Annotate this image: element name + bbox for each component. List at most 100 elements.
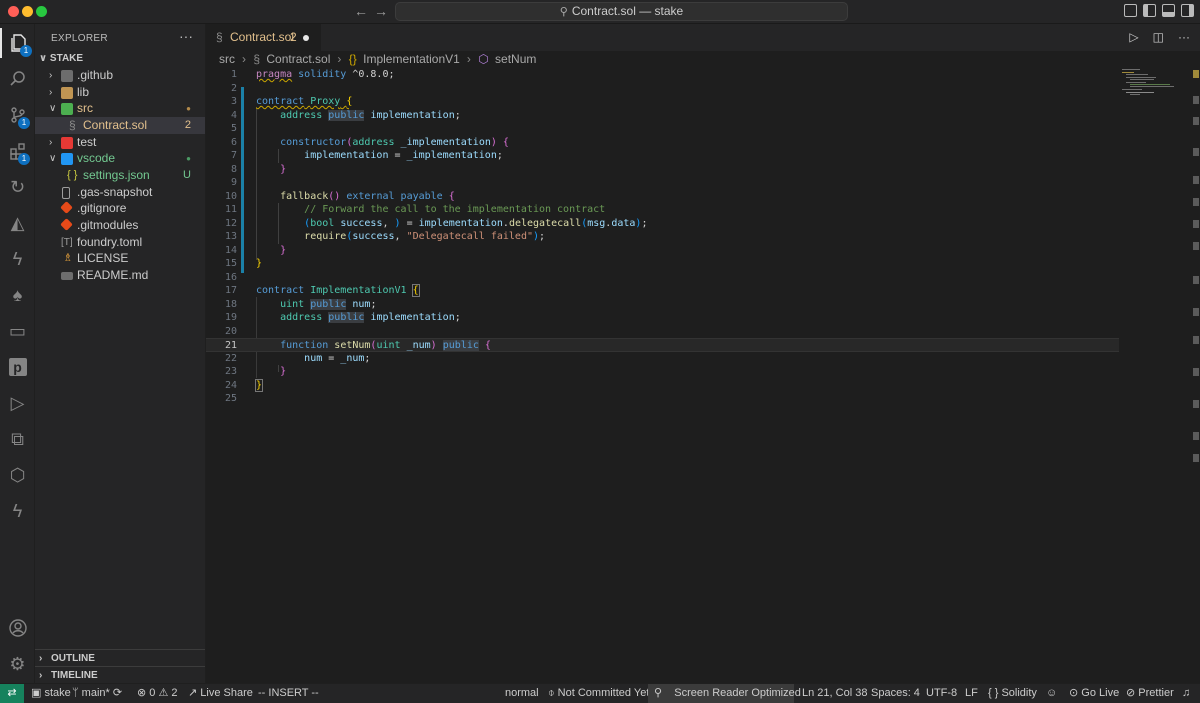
workspace-root[interactable]: ∨ STAKE: [39, 53, 83, 64]
search-icon[interactable]: [0, 64, 35, 94]
tree-item-src[interactable]: ∨ src ●: [35, 100, 205, 117]
command-center-search[interactable]: ⚲ Contract.sol — stake: [395, 2, 848, 21]
code-line: 24}: [224, 378, 264, 392]
broadcast-icon: ⊙: [1069, 687, 1079, 699]
encoding[interactable]: UTF-8: [926, 684, 957, 703]
scroll-marker: [1193, 400, 1199, 408]
search-icon: ⚲: [559, 6, 568, 18]
language-mode[interactable]: { } Solidity: [988, 684, 1037, 703]
remote-explorer-icon[interactable]: ↻: [0, 172, 35, 202]
tree-item-readme[interactable]: README.md: [35, 267, 205, 284]
branch-repo[interactable]: ▣ stake: [31, 684, 71, 703]
account-icon[interactable]: [0, 613, 35, 643]
tree-item-settings-json[interactable]: { } settings.json U: [35, 167, 205, 184]
breadcrumb-function[interactable]: setNum: [495, 52, 536, 66]
diagram-icon[interactable]: ⧉: [0, 424, 35, 454]
toggle-secondary-sidebar-icon[interactable]: [1181, 4, 1194, 17]
folder-icon: [61, 137, 73, 149]
vertical-scrollbar[interactable]: [1192, 68, 1200, 468]
tree-item-gitignore[interactable]: .gitignore: [35, 200, 205, 217]
more-actions-icon[interactable]: ···: [1178, 30, 1190, 44]
live-share-button[interactable]: ↗ Live Share: [188, 684, 253, 703]
close-window-button[interactable]: [8, 6, 19, 17]
window-title: Contract.sol — stake: [571, 4, 684, 18]
lightning-icon[interactable]: ϟ: [0, 496, 35, 526]
code-line: 13 require(success, "Delegatecall failed…: [224, 231, 546, 242]
tree-item-gas-snapshot[interactable]: .gas-snapshot: [35, 184, 205, 201]
vim-status: normal: [505, 687, 539, 699]
problems-indicator[interactable]: ⊗ 0 ⚠ 2: [137, 684, 178, 703]
run-debug-icon[interactable]: ▷: [0, 388, 35, 418]
code-line: 12 (bool success, ) = implementation.del…: [224, 217, 648, 229]
outline-section[interactable]: › OUTLINE: [35, 649, 205, 666]
tree-item-foundry-toml[interactable]: [T] foundry.toml: [35, 234, 205, 251]
code-line: 25: [224, 393, 237, 404]
tree-item-gitmodules[interactable]: .gitmodules: [35, 217, 205, 234]
remote-monitor-icon[interactable]: ▭: [0, 316, 35, 346]
indentation[interactable]: Spaces: 4: [871, 684, 920, 703]
remote-indicator-icon[interactable]: ⇄: [0, 684, 24, 703]
explorer-icon[interactable]: 1: [0, 28, 35, 58]
unsaved-dot-icon[interactable]: [303, 35, 309, 41]
cursor-position[interactable]: Ln 21, Col 38: [802, 684, 867, 703]
folder-open-icon: [61, 103, 73, 115]
toggle-panel-icon[interactable]: [1162, 4, 1175, 17]
solidity-file-icon: §: [253, 52, 261, 66]
settings-gear-icon[interactable]: ⚙: [0, 649, 35, 679]
notifications-bell-icon[interactable]: ♫: [1182, 684, 1190, 703]
tree-item-lib[interactable]: › lib: [35, 84, 205, 101]
back-arrow-icon[interactable]: ←: [354, 3, 368, 19]
breadcrumb-folder[interactable]: src: [219, 52, 235, 66]
forward-arrow-icon[interactable]: →: [374, 3, 388, 19]
tree-item-test[interactable]: › test: [35, 134, 205, 151]
code-line: 18 uint public num;: [224, 298, 377, 310]
split-editor-icon[interactable]: ◫: [1153, 30, 1164, 44]
code-line: 2: [230, 82, 237, 94]
ethereum-icon[interactable]: ◭: [0, 208, 35, 238]
tree-item-contract-sol[interactable]: § Contract.sol 2: [35, 117, 205, 134]
containers-icon[interactable]: ⬡: [0, 460, 35, 490]
method-symbol-icon: ⬡: [478, 52, 489, 66]
tab-contract-sol[interactable]: § Contract.sol 2: [206, 24, 321, 51]
prettier-button[interactable]: ⊘ Prettier: [1126, 684, 1174, 703]
code-line: 17 contract ImplementationV1 {: [224, 284, 420, 297]
copilot-icon[interactable]: ☺: [1046, 684, 1057, 703]
code-line: 15}: [224, 258, 263, 269]
screen-reader-button[interactable]: ⚲ Screen Reader Optimized: [648, 684, 801, 703]
minimap[interactable]: [1120, 68, 1188, 98]
folder-open-icon: [61, 153, 73, 165]
extensions-icon[interactable]: 1: [0, 136, 35, 166]
scroll-marker: [1193, 336, 1199, 344]
maximize-window-button[interactable]: [36, 6, 47, 17]
postman-icon[interactable]: p: [0, 352, 35, 382]
thunder-client-icon[interactable]: ϟ: [0, 244, 35, 274]
mongodb-leaf-icon[interactable]: ♠: [0, 280, 35, 310]
git-branch[interactable]: ᛘ main* ⟳: [72, 684, 122, 703]
code-line: 10 fallback() external payable {: [224, 190, 455, 202]
minimize-window-button[interactable]: [22, 6, 33, 17]
scroll-marker: [1193, 176, 1199, 184]
toggle-sidebar-icon[interactable]: [1143, 4, 1156, 17]
commit-icon: ⌽: [548, 687, 555, 699]
code-line: 20: [224, 325, 237, 337]
contract-symbol-icon: {}: [348, 52, 357, 66]
explorer-more-button[interactable]: ···: [179, 28, 193, 44]
timeline-section[interactable]: › TIMELINE: [35, 666, 205, 683]
tree-item-vscode[interactable]: ∨ vscode ●: [35, 150, 205, 167]
go-live-button[interactable]: ⊙ Go Live: [1069, 684, 1119, 703]
scroll-marker: [1193, 242, 1199, 250]
tree-item-license[interactable]: ♗ LICENSE: [35, 250, 205, 267]
code-line: 23 }: [224, 366, 287, 377]
braces-icon: { }: [988, 687, 999, 699]
code-line: 4 address public implementation;: [230, 109, 461, 121]
extensions-badge: 1: [18, 153, 30, 165]
breadcrumb-file[interactable]: Contract.sol: [266, 52, 330, 66]
tree-item-github[interactable]: › .github: [35, 67, 205, 84]
git-blame[interactable]: ⌽ Not Committed Yet: [548, 684, 649, 703]
customize-layout-icon[interactable]: [1124, 4, 1137, 17]
run-icon[interactable]: ▷: [1129, 30, 1138, 44]
line-ending[interactable]: LF: [965, 684, 978, 703]
breadcrumb-contract[interactable]: ImplementationV1: [363, 52, 460, 66]
source-control-icon[interactable]: 1: [0, 100, 35, 130]
code-editor[interactable]: 1 pragma solidity ^0.8.0; 2 3 contract Pro…: [206, 68, 1200, 683]
